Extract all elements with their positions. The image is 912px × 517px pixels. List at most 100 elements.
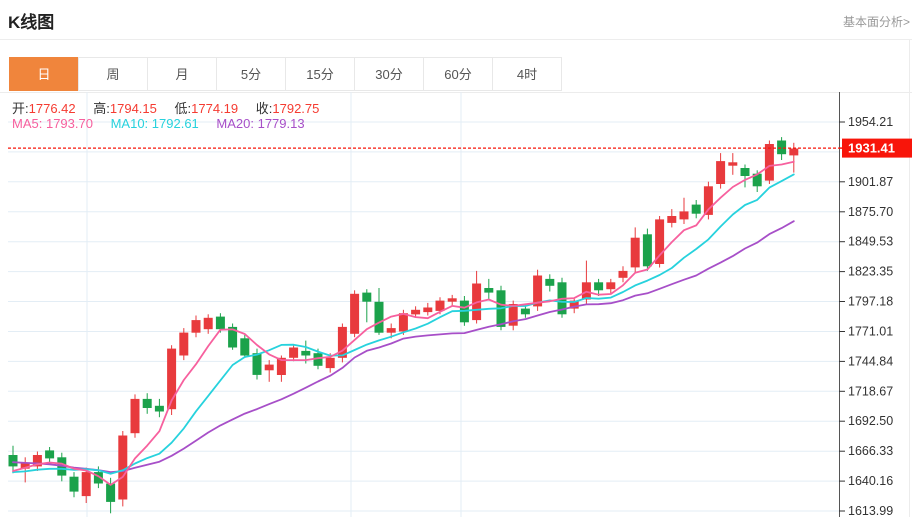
interval-tab-bar: 日 周 月 5分 15分 30分 60分 4时 xyxy=(10,57,562,91)
candle xyxy=(326,358,335,368)
candle xyxy=(387,328,396,333)
tab-4hour[interactable]: 4时 xyxy=(492,57,562,91)
candle xyxy=(118,436,127,500)
y-axis-label: 1797.18 xyxy=(848,295,893,309)
y-axis-label: 1849.53 xyxy=(848,235,893,249)
candle xyxy=(606,282,615,289)
candle xyxy=(545,279,554,286)
ma20-line xyxy=(13,221,794,472)
ma10-label: MA10: xyxy=(111,116,152,131)
low-label: 低: xyxy=(175,101,192,116)
ohlc-close: 收:1792.75 xyxy=(256,101,320,116)
candle xyxy=(253,353,262,375)
tab-15min[interactable]: 15分 xyxy=(285,57,355,91)
ma5-label: MA5: xyxy=(12,116,46,131)
candle xyxy=(741,168,750,176)
candle xyxy=(216,317,225,330)
candle xyxy=(155,406,164,412)
ma5-value: 1793.70 xyxy=(46,116,93,131)
candle xyxy=(619,271,628,278)
y-axis-label: 1692.50 xyxy=(848,414,893,428)
ma20-value: 1779.13 xyxy=(258,116,305,131)
y-axis-label: 1718.67 xyxy=(848,384,893,398)
candle xyxy=(448,298,457,301)
y-axis-label: 1875.70 xyxy=(848,205,893,219)
candle xyxy=(728,162,737,165)
candle xyxy=(143,399,152,408)
high-label: 高: xyxy=(93,101,110,116)
tab-week[interactable]: 周 xyxy=(78,57,148,91)
open-label: 开: xyxy=(12,101,29,116)
tab-month[interactable]: 月 xyxy=(147,57,217,91)
kline-widget: { "header": { "title": "K线图", "link": "基… xyxy=(0,0,912,517)
close-value: 1792.75 xyxy=(272,101,319,116)
y-axis-label: 1640.16 xyxy=(848,474,893,488)
ma-legend: MA5: 1793.70 MA10: 1792.61 MA20: 1779.13 xyxy=(12,116,319,131)
candles xyxy=(9,137,799,513)
candle xyxy=(204,318,213,329)
candle xyxy=(179,333,188,356)
candle xyxy=(631,238,640,268)
candle xyxy=(777,141,786,155)
candle xyxy=(680,211,689,219)
candle xyxy=(106,484,115,502)
ma10-value: 1792.61 xyxy=(152,116,199,131)
y-axis-label: 1744.84 xyxy=(848,354,893,368)
chart-area[interactable]: 1954.21 1901.87 1875.70 1849.53 1823.35 1797.… xyxy=(0,92,912,517)
chart-svg[interactable]: 1954.21 1901.87 1875.70 1849.53 1823.35 1797.… xyxy=(0,92,912,517)
candle xyxy=(350,294,359,334)
ma5-legend: MA5: 1793.70 xyxy=(12,116,93,131)
candle xyxy=(375,302,384,333)
candle xyxy=(9,455,18,466)
current-price-value: 1931.41 xyxy=(848,141,895,156)
ohlc-high: 高:1794.15 xyxy=(93,101,157,116)
tab-30min[interactable]: 30分 xyxy=(354,57,424,91)
candle xyxy=(70,477,79,492)
candle xyxy=(692,205,701,214)
high-value: 1794.15 xyxy=(110,101,157,116)
candle xyxy=(521,309,530,315)
candle xyxy=(362,293,371,302)
y-axis-label: 1771.01 xyxy=(848,325,893,339)
candle xyxy=(423,308,432,313)
open-value: 1776.42 xyxy=(29,101,76,116)
y-axis-label: 1823.35 xyxy=(848,265,893,279)
candle xyxy=(643,234,652,266)
candle xyxy=(301,351,310,356)
candle xyxy=(789,149,798,156)
ohlc-legend: 开:1776.42 高:1794.15 低:1774.19 收:1792.75 xyxy=(12,98,333,117)
candle xyxy=(240,338,249,355)
ma10-legend: MA10: 1792.61 xyxy=(111,116,199,131)
ma20-label: MA20: xyxy=(216,116,257,131)
fundamental-analysis-link[interactable]: 基本面分析> xyxy=(843,13,910,30)
candle xyxy=(594,282,603,290)
current-price-tag: 1931.41 xyxy=(839,139,912,158)
candle xyxy=(399,313,408,331)
candle xyxy=(667,216,676,223)
y-axis-label: 1901.87 xyxy=(848,175,893,189)
candle xyxy=(411,310,420,315)
y-axis-label: 1613.99 xyxy=(848,504,893,517)
tab-60min[interactable]: 60分 xyxy=(423,57,493,91)
y-axis-label: 1954.21 xyxy=(848,115,893,129)
candle xyxy=(716,161,725,184)
candle xyxy=(655,219,664,264)
ma20-legend: MA20: 1779.13 xyxy=(216,116,304,131)
tab-day[interactable]: 日 xyxy=(9,57,79,91)
page-title: K线图 xyxy=(8,8,54,33)
candle xyxy=(765,144,774,181)
low-value: 1774.19 xyxy=(191,101,238,116)
candle xyxy=(192,320,201,333)
ohlc-open: 开:1776.42 xyxy=(12,101,76,116)
gridlines xyxy=(8,92,839,517)
candle xyxy=(131,399,140,433)
candle xyxy=(289,348,298,358)
candle xyxy=(484,288,493,293)
ohlc-low: 低:1774.19 xyxy=(175,101,239,116)
title-divider xyxy=(0,39,912,40)
candle xyxy=(45,450,54,458)
candle xyxy=(265,365,274,371)
y-axis-label: 1666.33 xyxy=(848,444,893,458)
tab-5min[interactable]: 5分 xyxy=(216,57,286,91)
close-label: 收: xyxy=(256,101,273,116)
